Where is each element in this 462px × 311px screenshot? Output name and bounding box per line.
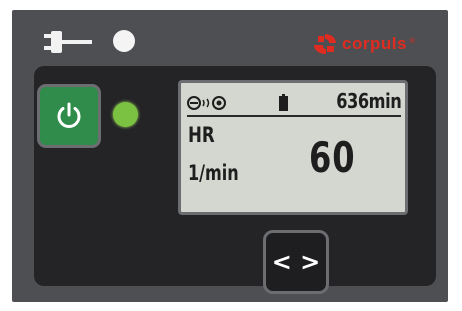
power-plug-icon: [44, 31, 92, 53]
brand-name: corpuls: [342, 34, 407, 53]
battery-runtime: 636min: [335, 89, 402, 113]
heart-rate-value: 60: [309, 133, 356, 182]
brand-mark-icon: [314, 34, 336, 54]
power-button[interactable]: [37, 84, 101, 148]
lcd-status-bar: 636min: [187, 89, 401, 117]
battery-icon: [279, 94, 288, 111]
brand-logo: corpuls ®: [312, 32, 416, 56]
brand-registered-mark: ®: [408, 37, 416, 45]
parameter-label: HR: [188, 123, 215, 147]
parameter-unit: 1/min: [188, 161, 239, 185]
patient-status-icons: [187, 96, 226, 110]
navigation-button[interactable]: < >: [263, 230, 329, 294]
mains-power-led: [113, 30, 135, 52]
status-led: [113, 102, 138, 127]
power-icon: [57, 102, 81, 128]
lcd-display: 636min HR 1/min 60: [178, 80, 408, 215]
